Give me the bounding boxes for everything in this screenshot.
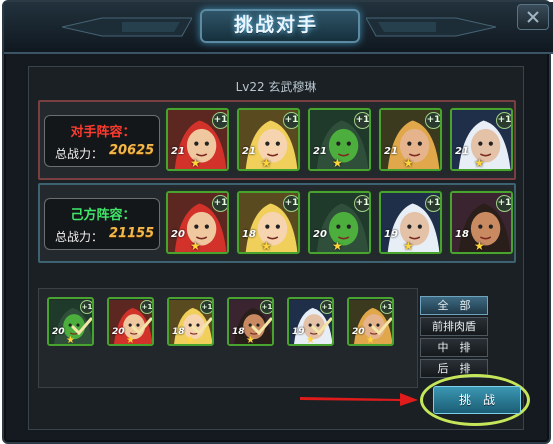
upgrade-badge: +1	[283, 195, 298, 212]
selected-check-icon	[371, 317, 392, 336]
hero-level: 20	[352, 327, 365, 337]
reserve-hero-card[interactable]: +1 20 ★	[107, 297, 154, 346]
star-icon: ★	[403, 239, 414, 253]
upgrade-badge: +1	[80, 300, 92, 314]
upgrade-badge: +1	[140, 300, 152, 314]
hero-level: 21	[242, 146, 256, 157]
hero-level: 20	[52, 327, 65, 337]
upgrade-badge: +1	[496, 195, 511, 212]
hero-level: 18	[232, 327, 245, 337]
star-icon: ★	[332, 239, 343, 253]
close-button[interactable]	[517, 4, 549, 30]
enemy-lineup-row: 对手阵容： 总战力： 20625 +1 21 ★ +1 21 ★ +1 21 ★ +1 21 ★ +1 2…	[38, 100, 516, 180]
red-arrow-annotation	[300, 393, 418, 406]
star-icon: ★	[186, 335, 195, 346]
hero-level: 21	[313, 146, 327, 157]
challenge-button[interactable]: 挑 战	[433, 386, 521, 414]
hero-level: 21	[384, 146, 398, 157]
selected-check-icon	[311, 317, 332, 336]
hero-level: 18	[455, 229, 469, 240]
enemy-power-value: 20625	[109, 143, 155, 158]
filter-front-button[interactable]: 前排肉盾	[420, 317, 488, 336]
selected-check-icon	[251, 317, 272, 336]
enemy-lineup-info: 对手阵容： 总战力： 20625	[44, 115, 160, 167]
hero-level: 21	[171, 146, 185, 157]
upgrade-badge: +1	[380, 300, 392, 314]
star-icon: ★	[306, 335, 315, 346]
selected-check-icon	[131, 317, 152, 336]
own-lineup-label: 己方阵容：	[70, 208, 136, 223]
star-icon: ★	[474, 239, 485, 253]
enemy-power-label: 总战力：	[55, 147, 104, 161]
hero-level: 18	[242, 229, 256, 240]
own-lineup-info: 己方阵容： 总战力： 21155	[44, 198, 160, 250]
upgrade-badge: +1	[425, 112, 440, 129]
hero-level: 20	[112, 327, 125, 337]
reserve-hero-card[interactable]: +1 18 ★	[227, 297, 274, 346]
enemy-hero-card[interactable]: +1 21 ★	[166, 108, 229, 171]
star-icon: ★	[190, 239, 201, 253]
reserve-hero-card[interactable]: +1 20 ★	[347, 297, 394, 346]
star-icon: ★	[474, 156, 485, 170]
own-hero-card[interactable]: +1 20 ★	[166, 191, 229, 254]
title-ornament-right	[366, 17, 496, 37]
reserve-hero-card[interactable]: +1 20 ★	[47, 297, 94, 346]
upgrade-badge: +1	[354, 112, 369, 129]
star-icon: ★	[66, 335, 75, 346]
hero-level: 20	[171, 229, 185, 240]
close-icon	[527, 11, 539, 23]
upgrade-badge: +1	[212, 112, 227, 129]
selected-check-icon	[71, 317, 92, 336]
hero-level: 21	[455, 146, 469, 157]
upgrade-badge: +1	[260, 300, 272, 314]
selected-check-icon	[191, 317, 212, 336]
title-ornament-left	[62, 17, 192, 37]
enemy-hero-card[interactable]: +1 21 ★	[450, 108, 513, 171]
own-power-label: 总战力：	[55, 230, 104, 244]
star-icon: ★	[261, 156, 272, 170]
hero-level: 19	[384, 229, 398, 240]
reserve-hero-panel: +1 20 ★ +1 20 ★ +1 18 ★ +1 18 ★ +1 19 ★ +1 20 ★	[38, 288, 418, 388]
reserve-hero-card[interactable]: +1 19 ★	[287, 297, 334, 346]
enemy-hero-card[interactable]: +1 21 ★	[379, 108, 442, 171]
star-icon: ★	[126, 335, 135, 346]
star-icon: ★	[403, 156, 414, 170]
own-hero-card[interactable]: +1 20 ★	[308, 191, 371, 254]
own-hero-card[interactable]: +1 19 ★	[379, 191, 442, 254]
star-icon: ★	[190, 156, 201, 170]
hero-level: 20	[313, 229, 327, 240]
hero-level: 18	[172, 327, 185, 337]
upgrade-badge: +1	[212, 195, 227, 212]
enemy-hero-card[interactable]: +1 21 ★	[237, 108, 300, 171]
upgrade-badge: +1	[200, 300, 212, 314]
hero-level: 19	[292, 327, 305, 337]
upgrade-badge: +1	[283, 112, 298, 129]
upgrade-badge: +1	[320, 300, 332, 314]
star-icon: ★	[332, 156, 343, 170]
filter-all-button[interactable]: 全 部	[420, 296, 488, 315]
filter-middle-button[interactable]: 中 排	[420, 338, 488, 357]
opponent-name: Lv22 玄武穆琳	[235, 80, 317, 94]
upgrade-badge: +1	[496, 112, 511, 129]
star-icon: ★	[246, 335, 255, 346]
upgrade-badge: +1	[425, 195, 440, 212]
own-hero-card[interactable]: +1 18 ★	[450, 191, 513, 254]
own-lineup-row: 己方阵容： 总战力： 21155 +1 20 ★ +1 18 ★ +1 20 ★ +1 19 ★ +1 1…	[38, 183, 516, 263]
star-icon: ★	[261, 239, 272, 253]
dialog-title: 挑战对手	[233, 14, 318, 36]
enemy-lineup-label: 对手阵容：	[70, 125, 136, 140]
own-power-value: 21155	[109, 226, 155, 241]
upgrade-badge: +1	[354, 195, 369, 212]
reserve-hero-card[interactable]: +1 18 ★	[167, 297, 214, 346]
own-hero-card[interactable]: +1 18 ★	[237, 191, 300, 254]
star-icon: ★	[366, 335, 375, 346]
enemy-hero-card[interactable]: +1 21 ★	[308, 108, 371, 171]
